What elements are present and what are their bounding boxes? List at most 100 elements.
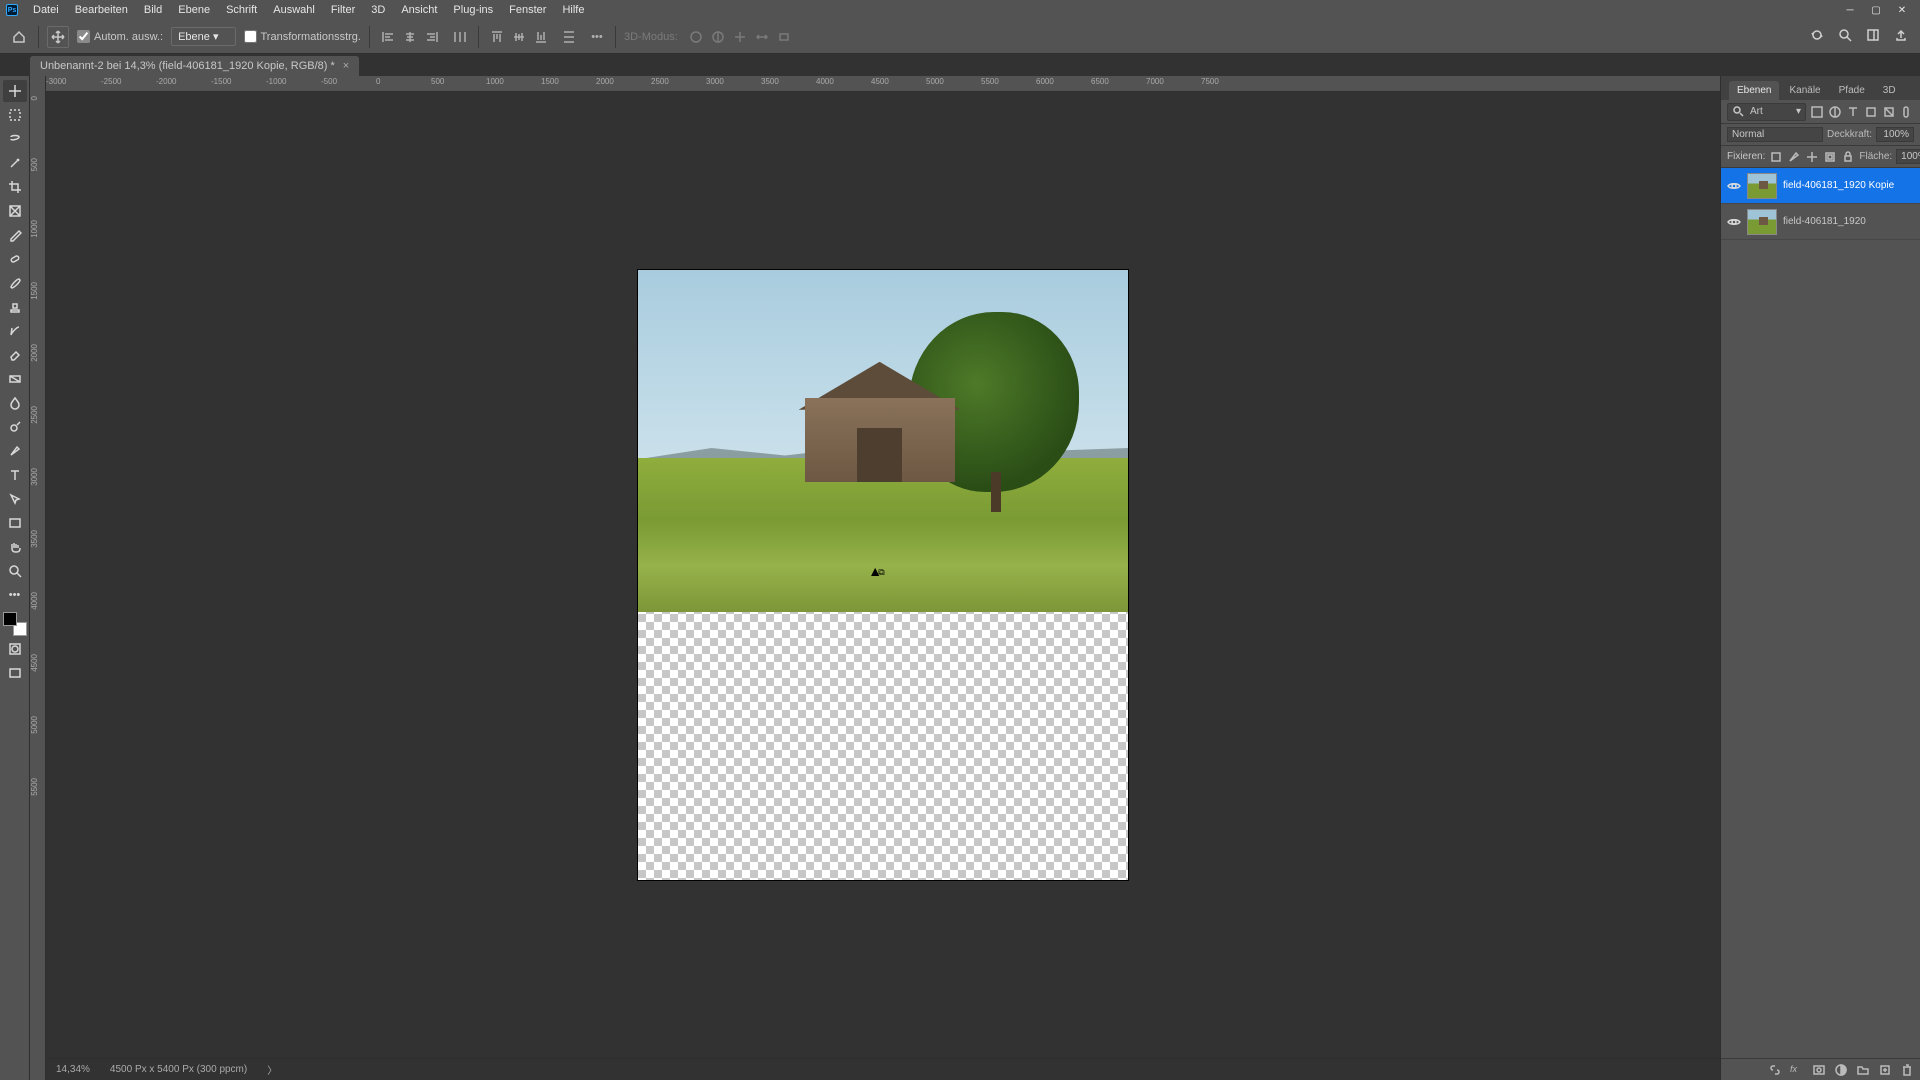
layer-image[interactable]	[638, 270, 1128, 612]
filter-toggle-button[interactable]	[1900, 105, 1914, 119]
distribute-h-button[interactable]	[450, 27, 470, 47]
blur-tool[interactable]	[3, 392, 27, 414]
layer-mask-button[interactable]	[1812, 1063, 1826, 1077]
align-bottom-button[interactable]	[531, 27, 551, 47]
vertical-ruler[interactable]: 0500100015002000250030003500400045005000…	[30, 76, 46, 1080]
shape-tool[interactable]	[3, 512, 27, 534]
menu-ebene[interactable]: Ebene	[171, 1, 217, 19]
minimize-button[interactable]: ─	[1838, 2, 1862, 18]
link-layers-button[interactable]	[1768, 1063, 1782, 1077]
align-hcenter-button[interactable]	[400, 27, 420, 47]
group-button[interactable]	[1856, 1063, 1870, 1077]
frame-tool[interactable]	[3, 200, 27, 222]
eyedropper-tool[interactable]	[3, 224, 27, 246]
stamp-tool[interactable]	[3, 296, 27, 318]
dodge-tool[interactable]	[3, 416, 27, 438]
cloud-docs-button[interactable]	[1810, 28, 1828, 46]
maximize-button[interactable]: ▢	[1864, 2, 1888, 18]
status-zoom[interactable]: 14,34%	[56, 1064, 90, 1075]
auto-select-target-dropdown[interactable]: Ebene ▾	[171, 27, 235, 46]
layer-thumbnail[interactable]	[1747, 173, 1777, 199]
panel-tab-3d[interactable]: 3D	[1875, 81, 1904, 100]
menu-bild[interactable]: Bild	[137, 1, 169, 19]
filter-shape-button[interactable]	[1864, 105, 1878, 119]
screenmode-button[interactable]	[3, 662, 27, 684]
align-left-button[interactable]	[378, 27, 398, 47]
new-layer-button[interactable]	[1878, 1063, 1892, 1077]
close-button[interactable]: ✕	[1890, 2, 1914, 18]
menu-filter[interactable]: Filter	[324, 1, 362, 19]
gradient-tool[interactable]	[3, 368, 27, 390]
layer-thumbnail[interactable]	[1747, 209, 1777, 235]
horizontal-ruler[interactable]: -3000-2500-2000-1500-1000-50005001000150…	[46, 76, 1720, 92]
heal-tool[interactable]	[3, 248, 27, 270]
delete-layer-button[interactable]	[1900, 1063, 1914, 1077]
layer-name-label[interactable]: field-406181_1920 Kopie	[1783, 180, 1894, 191]
adjustment-layer-button[interactable]	[1834, 1063, 1848, 1077]
lock-image-button[interactable]	[1787, 150, 1801, 164]
crop-tool[interactable]	[3, 176, 27, 198]
color-swatches[interactable]	[3, 612, 27, 636]
filter-pixel-button[interactable]	[1810, 105, 1824, 119]
blend-mode-dropdown[interactable]: Normal	[1727, 127, 1823, 142]
eraser-tool[interactable]	[3, 344, 27, 366]
menu-plug-ins[interactable]: Plug-ins	[446, 1, 500, 19]
path-select-tool[interactable]	[3, 488, 27, 510]
panel-tab-ebenen[interactable]: Ebenen	[1729, 81, 1779, 100]
wand-tool[interactable]	[3, 152, 27, 174]
layer-row[interactable]: field-406181_1920 Kopie	[1721, 168, 1920, 204]
lasso-tool[interactable]	[3, 128, 27, 150]
opacity-input[interactable]: 100%	[1876, 127, 1914, 142]
menu-hilfe[interactable]: Hilfe	[555, 1, 591, 19]
marquee-tool[interactable]	[3, 104, 27, 126]
zoom-tool[interactable]	[3, 560, 27, 582]
edit-toolbar-button[interactable]: •••	[3, 584, 27, 606]
align-top-button[interactable]	[487, 27, 507, 47]
share-button[interactable]	[1894, 28, 1912, 46]
filter-type-button[interactable]	[1846, 105, 1860, 119]
lock-position-button[interactable]	[1805, 150, 1819, 164]
more-align-button[interactable]: •••	[587, 27, 607, 47]
align-right-button[interactable]	[422, 27, 442, 47]
lock-all-button[interactable]	[1841, 150, 1855, 164]
menu-3d[interactable]: 3D	[364, 1, 392, 19]
move-tool[interactable]	[3, 80, 27, 102]
hand-tool[interactable]	[3, 536, 27, 558]
menu-fenster[interactable]: Fenster	[502, 1, 553, 19]
document-tab[interactable]: Unbenannt-2 bei 14,3% (field-406181_1920…	[30, 56, 359, 76]
canvas-stage[interactable]: ▲	[46, 92, 1720, 1058]
filter-smart-button[interactable]	[1882, 105, 1896, 119]
status-chevron-icon[interactable]: 〉	[267, 1062, 277, 1077]
menu-datei[interactable]: Datei	[26, 1, 66, 19]
layer-visibility-toggle[interactable]	[1727, 215, 1741, 229]
align-vcenter-button[interactable]	[509, 27, 529, 47]
menu-bearbeiten[interactable]: Bearbeiten	[68, 1, 135, 19]
document-tab-close-button[interactable]: ×	[343, 60, 349, 72]
search-button[interactable]	[1838, 28, 1856, 46]
auto-select-checkbox[interactable]: Autom. ausw.:	[77, 30, 163, 43]
status-docinfo[interactable]: 4500 Px x 5400 Px (300 ppcm)	[110, 1064, 247, 1075]
foreground-color-swatch[interactable]	[3, 612, 17, 626]
transform-controls-checkbox[interactable]: Transformationsstrg.	[244, 30, 361, 43]
pen-tool[interactable]	[3, 440, 27, 462]
distribute-v-button[interactable]	[559, 27, 579, 47]
layer-name-label[interactable]: field-406181_1920	[1783, 216, 1866, 227]
home-button[interactable]	[8, 26, 30, 48]
layer-style-button[interactable]: fx	[1790, 1063, 1804, 1077]
type-tool[interactable]	[3, 464, 27, 486]
panel-tab-kanäle[interactable]: Kanäle	[1781, 81, 1828, 100]
quickmask-button[interactable]	[3, 638, 27, 660]
layer-visibility-toggle[interactable]	[1727, 179, 1741, 193]
lock-nesting-button[interactable]	[1823, 150, 1837, 164]
lock-transparent-button[interactable]	[1769, 150, 1783, 164]
fill-input[interactable]: 100%	[1896, 149, 1920, 164]
history-brush-tool[interactable]	[3, 320, 27, 342]
layer-row[interactable]: field-406181_1920	[1721, 204, 1920, 240]
brush-tool[interactable]	[3, 272, 27, 294]
menu-auswahl[interactable]: Auswahl	[266, 1, 322, 19]
menu-schrift[interactable]: Schrift	[219, 1, 264, 19]
artboard[interactable]: ▲	[638, 270, 1128, 880]
layer-filter-type-dropdown[interactable]: Art ▾	[1727, 103, 1806, 121]
current-tool-icon[interactable]	[47, 26, 69, 48]
workspace-button[interactable]	[1866, 28, 1884, 46]
